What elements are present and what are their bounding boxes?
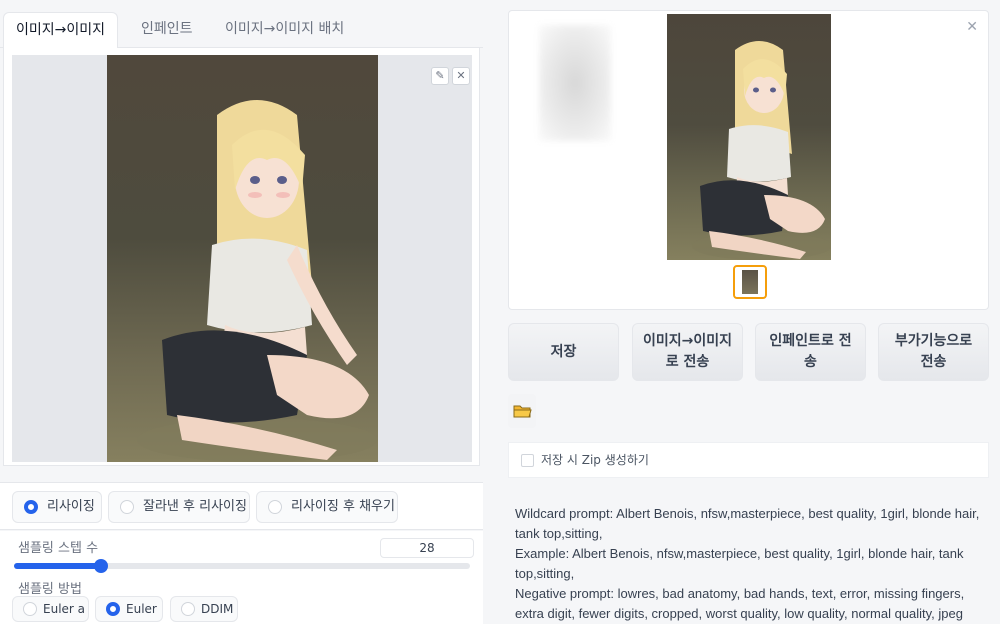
save-button[interactable]: 저장	[508, 323, 619, 381]
generation-info: Wildcard prompt: Albert Benois, nfsw,mas…	[508, 500, 989, 624]
input-column: 이미지→이미지 인페인트 이미지→이미지 배치 ✎ ✕ 리사이징 잘라낸 후 리…	[0, 0, 483, 624]
radio-resize-fill-label: 리사이징 후 채우기	[291, 499, 395, 514]
output-image[interactable]	[667, 14, 831, 260]
radio-dot-icon	[120, 500, 134, 514]
output-column: ✕ 저장 이미지→이미지로 전송 인페인트로 전송 부가기능으로 전송 저장 시…	[500, 0, 1000, 624]
steps-slider-thumb[interactable]	[94, 559, 108, 573]
pencil-icon[interactable]: ✎	[431, 67, 449, 85]
radio-resize[interactable]: 리사이징	[12, 491, 102, 523]
steps-slider[interactable]	[14, 559, 470, 573]
radio-euler-label: Euler	[126, 602, 157, 616]
input-image-panel: ✎ ✕	[3, 48, 480, 466]
close-icon[interactable]: ✕	[966, 19, 978, 35]
tab-bar: 이미지→이미지 인페인트 이미지→이미지 배치	[0, 12, 483, 49]
open-folder-button[interactable]	[508, 394, 536, 428]
radio-ddim-label: DDIM	[201, 602, 234, 616]
app-root: 이미지→이미지 인페인트 이미지→이미지 배치 ✎ ✕ 리사이징 잘라낸 후 리…	[0, 0, 1000, 624]
radio-dot-icon	[106, 602, 120, 616]
input-image-area[interactable]: ✎ ✕	[12, 55, 472, 462]
steps-number-input[interactable]: 28	[380, 538, 474, 558]
gallery-thumbnail[interactable]	[733, 265, 767, 299]
radio-dot-icon	[24, 500, 38, 514]
gallery-thumbnail-image	[742, 270, 758, 294]
output-gallery: ✕	[508, 10, 989, 310]
blurred-preview	[539, 25, 611, 141]
radio-euler-a-label: Euler a	[43, 602, 86, 616]
send-to-img2img-button[interactable]: 이미지→이미지로 전송	[632, 323, 743, 381]
radio-dot-icon	[23, 602, 37, 616]
zip-checkbox[interactable]	[521, 454, 534, 467]
zip-label: 저장 시 Zip 생성하기	[541, 453, 649, 467]
input-image	[107, 55, 378, 462]
radio-dot-icon	[181, 602, 195, 616]
folder-icon	[513, 405, 532, 418]
send-to-extras-button[interactable]: 부가기능으로 전송	[878, 323, 989, 381]
radio-euler[interactable]: Euler	[95, 596, 163, 622]
radio-crop-resize[interactable]: 잘라낸 후 리사이징	[108, 491, 250, 523]
steps-label: 샘플링 스텝 수	[18, 541, 99, 556]
negative-prompt-text: Negative prompt: lowres, bad anatomy, ba…	[515, 586, 965, 621]
wildcard-prompt-text: Wildcard prompt: Albert Benois, nfsw,mas…	[515, 506, 980, 541]
radio-resize-label: 리사이징	[47, 499, 95, 514]
radio-euler-a[interactable]: Euler a	[12, 596, 89, 622]
tab-inpaint[interactable]: 인페인트	[141, 12, 193, 48]
radio-dot-icon	[268, 500, 282, 514]
zip-checkbox-row[interactable]: 저장 시 Zip 생성하기	[508, 442, 989, 478]
sampling-block: 샘플링 스텝 수 28 샘플링 방법 Euler a Euler DDIM	[0, 531, 483, 624]
tab-img2img-batch[interactable]: 이미지→이미지 배치	[225, 12, 344, 48]
radio-resize-fill[interactable]: 리사이징 후 채우기	[256, 491, 398, 523]
tab-img2img[interactable]: 이미지→이미지	[3, 12, 119, 49]
example-prompt-text: Example: Albert Benois, nfsw,masterpiece…	[515, 546, 964, 581]
radio-crop-resize-label: 잘라낸 후 리사이징	[143, 499, 247, 514]
close-icon[interactable]: ✕	[452, 67, 470, 85]
send-to-inpaint-button[interactable]: 인페인트로 전송	[755, 323, 866, 381]
radio-ddim[interactable]: DDIM	[170, 596, 238, 622]
resize-mode-group: 리사이징 잘라낸 후 리사이징 리사이징 후 채우기	[0, 482, 483, 530]
sampler-label: 샘플링 방법	[18, 582, 82, 597]
steps-slider-fill	[14, 563, 101, 569]
